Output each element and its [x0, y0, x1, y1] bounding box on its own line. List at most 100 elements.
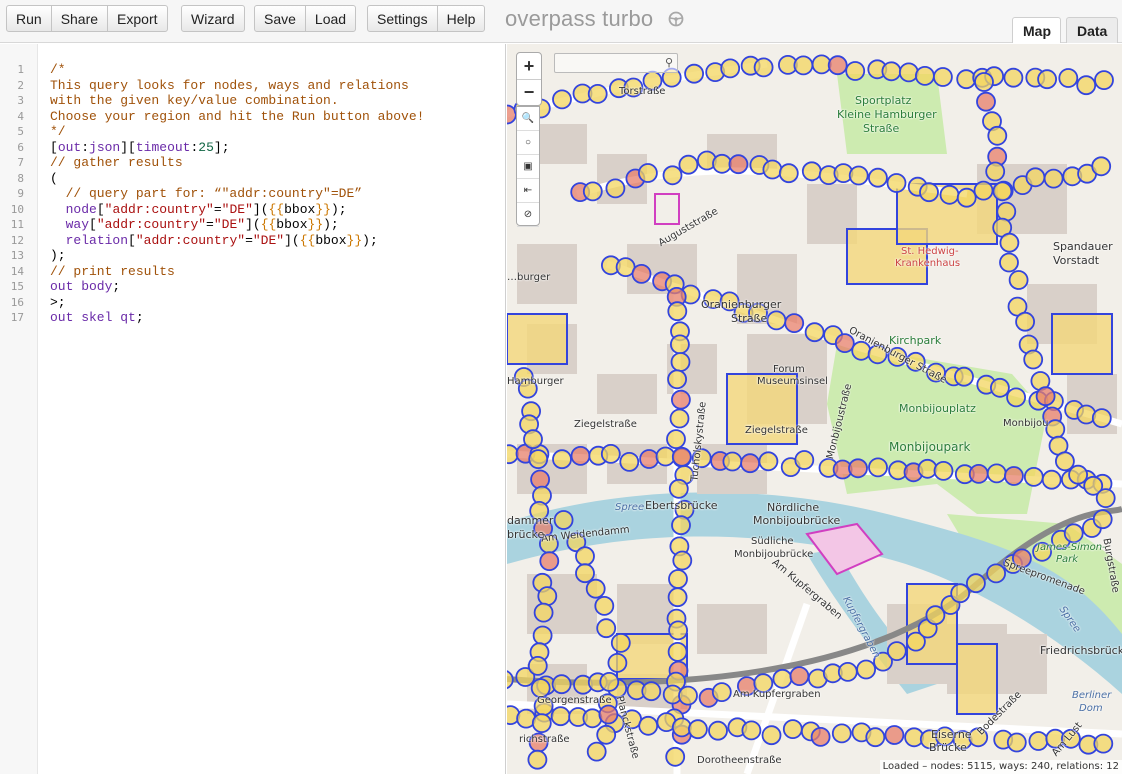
- code-token: );: [323, 217, 339, 232]
- data-marker: [662, 165, 683, 186]
- line-number: 9: [17, 187, 24, 200]
- map-label-monbijoupark: Monbijoupark: [889, 440, 971, 454]
- data-marker: [670, 352, 691, 372]
- code-line[interactable]: (: [50, 171, 58, 187]
- code-line[interactable]: /*: [50, 62, 66, 78]
- tab-map[interactable]: Map: [1012, 17, 1061, 43]
- load-button[interactable]: Load: [306, 6, 355, 31]
- export-button[interactable]: Export: [108, 6, 166, 31]
- data-marker: [1095, 488, 1116, 509]
- settings-button[interactable]: Settings: [368, 6, 438, 31]
- data-marker: [778, 163, 799, 184]
- data-marker: [619, 451, 640, 472]
- line-number: 5: [17, 125, 24, 138]
- data-marker: [782, 719, 803, 739]
- data-marker: [532, 625, 553, 646]
- code-line[interactable]: This query looks for nodes, ways and rel…: [50, 78, 409, 94]
- code-line[interactable]: way["addr:country"="DE"]({{bbox}});: [50, 217, 339, 233]
- data-marker: [671, 515, 691, 536]
- search-icon: ⚲: [664, 57, 673, 69]
- data-marker: [932, 67, 953, 87]
- data-marker: [523, 429, 543, 450]
- wizard-button[interactable]: Wizard: [182, 6, 244, 31]
- data-marker: [1091, 156, 1112, 177]
- code-token: [: [96, 201, 105, 217]
- save-button[interactable]: Save: [255, 6, 306, 31]
- data-marker: [631, 263, 652, 284]
- map-view[interactable]: Torstraße Sportplatz Kleine Hamburger St…: [507, 44, 1122, 774]
- map-label-ebertsbruecke: Ebertsbrücke: [645, 499, 718, 512]
- zoom-in-button[interactable]: +: [517, 53, 541, 79]
- map-search-input[interactable]: ⚲: [554, 53, 678, 73]
- code-token: out: [57, 139, 82, 155]
- code-line[interactable]: // query part for: “"addr:country"=DE”: [50, 186, 362, 202]
- code-line[interactable]: );: [50, 248, 66, 264]
- data-marker: [722, 451, 743, 472]
- code-line[interactable]: >;: [50, 295, 66, 311]
- code-line[interactable]: with the given key/value combination.: [50, 93, 339, 109]
- tab-data[interactable]: Data: [1066, 17, 1118, 43]
- code-token: (: [50, 170, 58, 186]
- code-token: ;: [135, 310, 144, 325]
- code-token: "addr:country": [96, 217, 207, 232]
- data-marker: [989, 377, 1010, 398]
- run-button[interactable]: Run: [7, 6, 52, 31]
- data-marker: [881, 61, 902, 82]
- map-canvas[interactable]: [507, 44, 1122, 774]
- data-marker: [1035, 386, 1056, 407]
- highlighted-building: [956, 643, 998, 715]
- code-line[interactable]: node["addr:country"="DE"]({{bbox}});: [50, 202, 347, 218]
- data-marker: [667, 301, 688, 322]
- code-line[interactable]: [out:json][timeout:25];: [50, 140, 230, 156]
- code-token: =: [245, 232, 253, 248]
- code-token: ](: [245, 217, 261, 232]
- zoom-out-button[interactable]: −: [517, 79, 541, 105]
- query-editor[interactable]: 1 2 3 4 5 6 7 8 9 10 11 12 13 14 15 16 17 /* This query l…: [0, 44, 506, 774]
- toolbar: Run Share Export Wizard Save Load Settin…: [0, 0, 1122, 43]
- code-token: "DE": [252, 232, 285, 248]
- code-line[interactable]: // print results: [50, 264, 175, 280]
- code-token: >;: [50, 294, 66, 310]
- data-marker: [684, 63, 705, 84]
- map-label-friedrichsbruecke: Friedrichsbrücke: [1040, 644, 1122, 657]
- line-number: 10: [10, 202, 24, 216]
- data-marker: [537, 586, 558, 606]
- data-marker: [655, 446, 676, 467]
- map-label-ziegelstrasse-1: Ziegelstraße: [574, 419, 637, 430]
- locate-icon[interactable]: ○: [517, 131, 539, 155]
- code-token: out skel qt: [50, 310, 136, 325]
- line-number: 6: [17, 140, 24, 154]
- map-label-monbijoubruecke-n: Monbijoubrücke: [753, 514, 841, 527]
- code-line[interactable]: out skel qt;: [50, 310, 144, 326]
- data-marker: [1023, 349, 1044, 370]
- code-line[interactable]: */: [50, 124, 66, 140]
- share-button[interactable]: Share: [52, 6, 109, 31]
- code-token: =: [206, 217, 214, 232]
- search-icon[interactable]: 🔍: [517, 107, 539, 131]
- code-token: bbox: [276, 217, 308, 232]
- data-marker: [1093, 733, 1114, 754]
- code-line[interactable]: Choose your region and hit the Run butto…: [50, 109, 424, 125]
- data-marker: [528, 449, 549, 470]
- code-token: node: [65, 201, 97, 217]
- code-line[interactable]: relation["addr:country"="DE"]({{bbox}});: [50, 233, 378, 249]
- layers-icon[interactable]: ▣: [517, 155, 539, 179]
- fit-data-icon[interactable]: ⇤: [517, 179, 539, 203]
- line-number: 12: [10, 233, 24, 247]
- code-token: This query looks for nodes, ways and rel…: [50, 77, 409, 93]
- line-number: 3: [17, 94, 24, 107]
- code-line[interactable]: out body;: [50, 279, 120, 295]
- code-line[interactable]: // gather results: [50, 155, 183, 171]
- code-token: way: [65, 217, 90, 232]
- help-button[interactable]: Help: [438, 6, 485, 31]
- data-marker: [570, 445, 591, 466]
- data-marker: [987, 125, 1008, 146]
- data-marker: [582, 181, 603, 202]
- data-marker: [527, 749, 548, 770]
- data-marker: [1043, 168, 1064, 189]
- code-token: // query part for: “"addr:country"=DE”: [50, 186, 363, 201]
- building: [1007, 634, 1047, 694]
- toggle-data-icon[interactable]: ⊘: [517, 203, 539, 227]
